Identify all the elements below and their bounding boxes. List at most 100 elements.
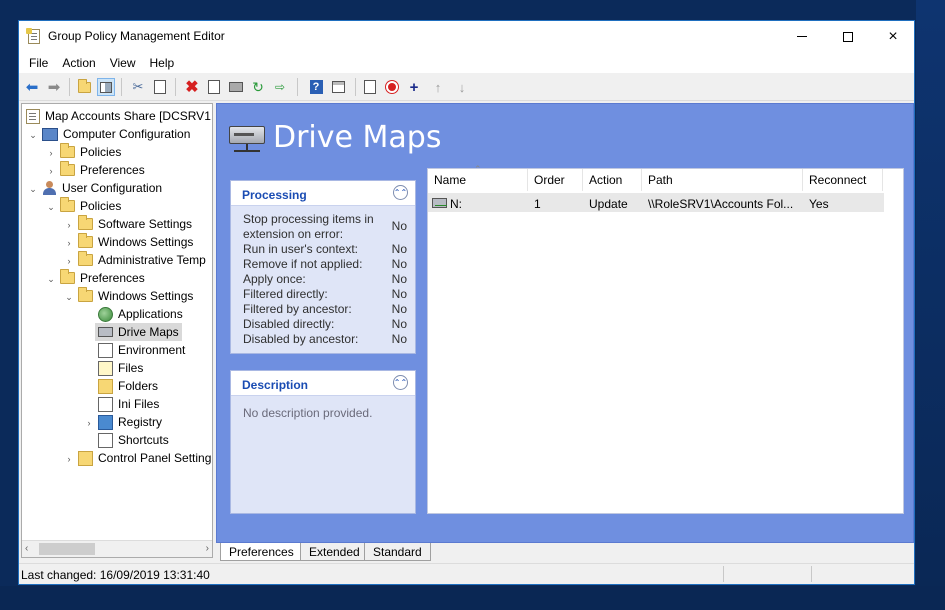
column-header-reconnect[interactable]: Reconnect: [803, 169, 883, 191]
prop-label: Disabled by ancestor:: [243, 332, 359, 346]
console-tree[interactable]: Map Accounts Share [DCSRV1.I ⌄ Computer …: [21, 103, 213, 558]
copy-button[interactable]: [151, 78, 169, 96]
tree-item-shortcuts[interactable]: Shortcuts: [98, 431, 169, 449]
chevron-right-icon[interactable]: ›: [64, 256, 74, 266]
move-up-button[interactable]: ↑: [429, 78, 447, 96]
menu-help[interactable]: Help: [143, 56, 182, 70]
tree-item-registry[interactable]: Registry: [98, 413, 162, 431]
tree-item-folders[interactable]: Folders: [98, 377, 158, 395]
menu-file[interactable]: File: [22, 56, 55, 70]
tree-item-files[interactable]: Files: [98, 359, 143, 377]
console-button[interactable]: [329, 78, 347, 96]
chevron-right-icon[interactable]: ›: [64, 220, 74, 230]
toolbar-separator: [175, 78, 176, 96]
back-button[interactable]: ⬅: [23, 78, 41, 96]
column-header-order[interactable]: Order: [528, 169, 583, 191]
chevron-down-icon[interactable]: ⌄: [28, 130, 38, 140]
delete-button[interactable]: ✖: [183, 78, 201, 96]
tree-item-root[interactable]: Map Accounts Share [DCSRV1.I: [26, 107, 212, 125]
forward-button[interactable]: ➡: [45, 78, 63, 96]
chevron-right-icon[interactable]: ›: [84, 418, 94, 428]
tree-item-environment[interactable]: Environment: [98, 341, 185, 359]
print-button[interactable]: [227, 78, 245, 96]
tab-preferences[interactable]: Preferences: [220, 543, 303, 561]
help-button[interactable]: ?: [307, 78, 325, 96]
toolbar-separator: [297, 78, 298, 96]
column-header-name[interactable]: ⌃ Name: [428, 164, 528, 191]
chevron-right-icon[interactable]: ›: [64, 238, 74, 248]
drive-maps-list[interactable]: ⌃ Name Order Action Path Reconnect N: 1 …: [427, 164, 904, 514]
description-panel-header[interactable]: Description ⌃⌃: [231, 371, 415, 396]
tab-extended[interactable]: Extended: [300, 543, 369, 561]
maximize-button[interactable]: [825, 21, 871, 52]
tree-item-cc-preferences[interactable]: Preferences: [60, 161, 145, 179]
tree-item-cc-policies[interactable]: Policies: [60, 143, 121, 161]
prop-value: No: [391, 332, 407, 346]
tree-label: Applications: [118, 307, 183, 321]
collapse-icon[interactable]: ⌃⌃: [393, 375, 408, 390]
prop-filtered-by-ancestor: Filtered by ancestor: No: [243, 302, 413, 316]
menu-action[interactable]: Action: [55, 56, 102, 70]
scrollbar-thumb[interactable]: [39, 543, 95, 555]
cut-button[interactable]: ✂: [129, 78, 147, 96]
tree-label: Windows Settings: [98, 235, 194, 249]
tree-item-uc-policies[interactable]: Policies: [60, 197, 121, 215]
folder-icon: [60, 197, 75, 212]
menu-view[interactable]: View: [103, 56, 143, 70]
chevron-down-icon[interactable]: ⌄: [64, 292, 74, 302]
chevron-down-icon[interactable]: ⌄: [28, 184, 38, 194]
app-icon: [26, 28, 40, 44]
new-item-button[interactable]: [361, 78, 379, 96]
back-icon: ⬅: [25, 79, 39, 96]
tree-horizontal-scrollbar[interactable]: ‹ ›: [22, 540, 212, 557]
folder-icon: [78, 215, 93, 230]
tree-label: Preferences: [80, 163, 145, 177]
prop-label: Run in user's context:: [243, 242, 359, 256]
tree-item-user-configuration[interactable]: User Configuration: [42, 179, 162, 197]
export-button[interactable]: ⇨: [271, 78, 289, 96]
chevron-right-icon[interactable]: ›: [46, 166, 56, 176]
up-folder-button[interactable]: [75, 78, 93, 96]
tree-item-pref-windows-settings[interactable]: Windows Settings: [78, 287, 193, 305]
processing-panel-header[interactable]: Processing ⌃⌃: [231, 181, 415, 206]
status-divider: [723, 566, 724, 582]
tree-item-applications[interactable]: Applications: [98, 305, 183, 323]
properties-button[interactable]: [205, 78, 223, 96]
tree-item-ini-files[interactable]: Ini Files: [98, 395, 159, 413]
minimize-button[interactable]: [779, 21, 825, 52]
tree-item-administrative-templates[interactable]: Administrative Temp: [78, 251, 206, 269]
collapse-icon[interactable]: ⌃⌃: [393, 185, 408, 200]
tree-item-control-panel-settings[interactable]: Control Panel Setting: [78, 449, 211, 467]
move-up-icon: ↑: [434, 79, 442, 95]
export-icon: ⇨: [274, 80, 286, 94]
tree-item-drive-maps[interactable]: Drive Maps: [95, 323, 182, 341]
chevron-down-icon[interactable]: ⌄: [46, 274, 56, 284]
scroll-right-icon[interactable]: ›: [206, 543, 209, 554]
chevron-right-icon[interactable]: ›: [64, 454, 74, 464]
refresh-icon: ↻: [252, 78, 264, 95]
close-button[interactable]: ×: [870, 21, 916, 52]
chevron-right-icon[interactable]: ›: [46, 148, 56, 158]
scroll-left-icon[interactable]: ‹: [25, 543, 28, 554]
show-tree-button[interactable]: [97, 78, 115, 96]
move-down-button[interactable]: ↓: [453, 78, 471, 96]
tree-item-software-settings[interactable]: Software Settings: [78, 215, 192, 233]
gpme-window: Group Policy Management Editor × File Ac…: [18, 20, 915, 585]
column-header-path[interactable]: Path: [642, 169, 803, 191]
tree-item-uc-preferences[interactable]: Preferences: [60, 269, 145, 287]
stop-button[interactable]: [383, 78, 401, 96]
control-panel-icon: [78, 450, 93, 466]
tree-label: Registry: [118, 415, 163, 429]
tab-standard[interactable]: Standard: [364, 543, 431, 561]
add-icon: +: [409, 78, 419, 96]
description-text: No description provided.: [243, 406, 373, 420]
chevron-down-icon[interactable]: ⌄: [46, 202, 56, 212]
refresh-button[interactable]: ↻: [249, 78, 267, 96]
add-button[interactable]: +: [405, 78, 423, 96]
tree-item-windows-settings[interactable]: Windows Settings: [78, 233, 193, 251]
status-divider: [811, 566, 812, 582]
column-header-action[interactable]: Action: [583, 169, 642, 191]
tree-item-computer-configuration[interactable]: Computer Configuration: [42, 125, 190, 143]
prop-stop-processing: Stop processing items in extension on er…: [243, 212, 413, 242]
title-bar[interactable]: Group Policy Management Editor ×: [19, 21, 914, 52]
